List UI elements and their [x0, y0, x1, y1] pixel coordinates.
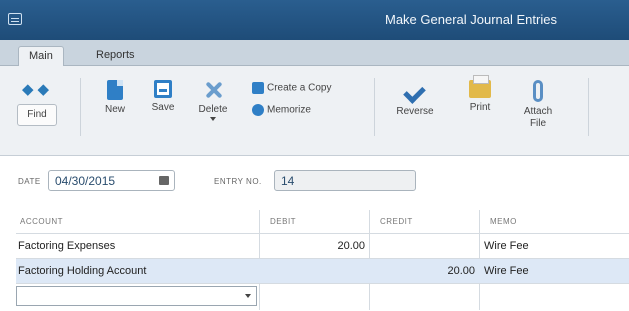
paperclip-icon	[533, 80, 543, 102]
create-copy-button[interactable]: Create a Copy	[252, 82, 331, 94]
account-select[interactable]	[16, 286, 257, 306]
find-button[interactable]: Find	[17, 104, 57, 126]
account-cell[interactable]: Factoring Expenses	[18, 240, 115, 252]
table-row[interactable]: Factoring Expenses 20.00 Wire Fee	[16, 234, 629, 259]
chevron-down-icon[interactable]	[245, 294, 251, 298]
tab-main[interactable]: Main	[18, 46, 64, 66]
toolbar-divider	[588, 78, 589, 136]
new-button[interactable]: New	[100, 80, 130, 115]
memorize-icon	[252, 104, 264, 116]
save-icon	[154, 80, 172, 98]
column-debit: DEBIT	[270, 217, 297, 226]
date-value: 04/30/2015	[55, 174, 116, 188]
entry-no-label: ENTRY NO.	[214, 177, 262, 186]
create-copy-label: Create a Copy	[267, 82, 332, 94]
copy-icon	[252, 82, 264, 94]
entry-no-value: 14	[281, 174, 295, 188]
table-row[interactable]: Factoring Holding Account 20.00 Wire Fee	[16, 259, 629, 284]
window-title: Make General Journal Entries	[385, 12, 557, 27]
entry-header: DATE 04/30/2015 ENTRY NO. 14	[0, 168, 629, 198]
credit-cell[interactable]: 20.00	[447, 265, 475, 277]
journal-grid: ACCOUNT DEBIT CREDIT MEMO Factoring Expe…	[16, 210, 629, 310]
attach-file-button[interactable]: Attach File	[516, 80, 560, 130]
tab-reports[interactable]: Reports	[86, 46, 145, 66]
title-bar: Make General Journal Entries	[0, 0, 629, 40]
reverse-icon	[404, 80, 426, 102]
printer-icon	[469, 75, 491, 98]
delete-x-icon	[203, 80, 223, 100]
new-document-icon	[107, 80, 123, 100]
print-button[interactable]: Print	[462, 75, 498, 113]
entry-no-field[interactable]: 14	[274, 170, 416, 191]
ribbon-tabs: Main Reports	[0, 40, 629, 66]
window-icon	[8, 13, 22, 25]
calendar-icon[interactable]	[159, 176, 169, 185]
reverse-button-label: Reverse	[396, 106, 434, 117]
reverse-button[interactable]: Reverse	[390, 80, 440, 117]
new-button-label: New	[104, 104, 125, 115]
date-field[interactable]: 04/30/2015	[48, 170, 175, 191]
account-cell[interactable]: Factoring Holding Account	[18, 265, 146, 277]
toolbar-divider	[374, 78, 375, 136]
save-button[interactable]: Save	[148, 80, 178, 113]
delete-button[interactable]: Delete	[196, 80, 230, 121]
column-memo: MEMO	[490, 217, 517, 226]
chevron-down-icon	[210, 117, 216, 121]
delete-button-label: Delete	[198, 104, 228, 115]
column-account: ACCOUNT	[20, 217, 64, 226]
print-button-label: Print	[469, 102, 491, 113]
column-credit: CREDIT	[380, 217, 413, 226]
toolbar-divider	[80, 78, 81, 136]
attach-file-label: Attach File	[523, 106, 553, 129]
memorize-label: Memorize	[267, 104, 311, 116]
memo-cell[interactable]: Wire Fee	[484, 265, 529, 277]
memorize-button[interactable]: Memorize	[252, 104, 311, 116]
find-arrows-icon[interactable]: ◆◆	[22, 80, 53, 98]
new-entry-row[interactable]	[16, 284, 629, 309]
date-label: DATE	[18, 177, 41, 186]
grid-header: ACCOUNT DEBIT CREDIT MEMO	[16, 210, 629, 234]
debit-cell[interactable]: 20.00	[337, 240, 365, 252]
memo-cell[interactable]: Wire Fee	[484, 240, 529, 252]
save-button-label: Save	[151, 102, 175, 113]
